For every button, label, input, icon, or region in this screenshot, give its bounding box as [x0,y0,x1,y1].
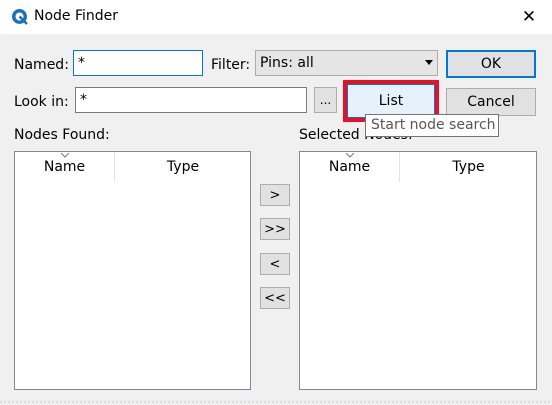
browse-button[interactable]: ... [314,87,337,113]
chevron-down-icon [425,60,433,65]
cancel-button[interactable]: Cancel [446,88,536,116]
title-bar: Node Finder ✕ [0,0,552,34]
column-header-type[interactable]: Type [400,152,537,182]
nodes-found-label: Nodes Found: [14,127,110,143]
list-tooltip: Start node search [365,114,499,137]
remove-one-button[interactable]: < [260,253,290,275]
named-input[interactable]: * [73,50,203,76]
add-one-button[interactable]: > [260,184,290,206]
filter-select[interactable]: Pins: all [255,50,438,76]
remove-all-button[interactable]: << [260,287,290,309]
add-all-button[interactable]: >> [260,218,290,240]
named-label: Named: [14,57,69,73]
filter-label: Filter: [211,57,251,73]
window-title: Node Finder [34,8,119,24]
ok-button[interactable]: OK [446,50,536,78]
column-header-type[interactable]: Type [115,152,251,182]
lookin-label: Look in: [14,94,69,110]
window-bottom-edge [0,401,552,403]
close-button[interactable]: ✕ [512,3,546,31]
column-header-name[interactable]: Name [300,152,400,182]
selected-nodes-list[interactable]: Name Type [299,151,537,390]
filter-select-value: Pins: all [260,55,314,71]
nodes-found-list[interactable]: Name Type [14,151,251,390]
close-icon: ✕ [521,7,537,27]
quartus-app-icon [12,9,28,25]
column-header-name[interactable]: Name [15,152,115,182]
lookin-input[interactable]: * [75,87,307,113]
